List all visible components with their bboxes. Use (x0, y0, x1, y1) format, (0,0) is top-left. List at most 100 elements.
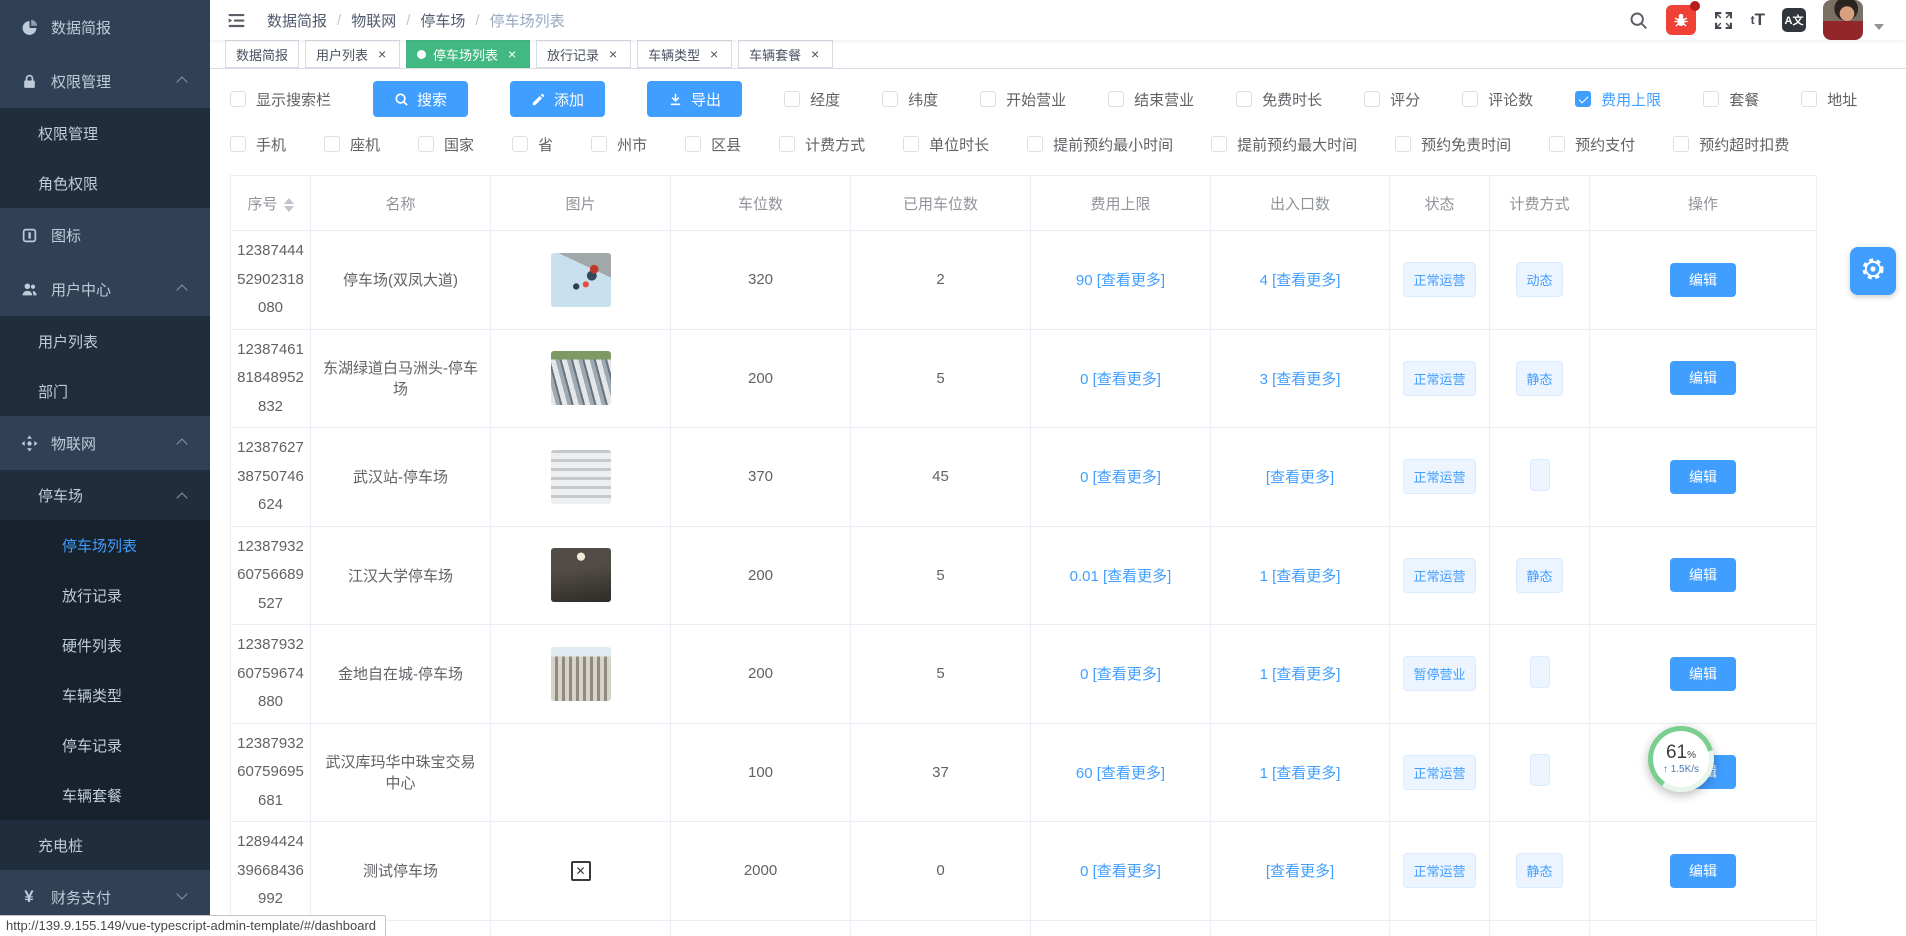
checkbox-icon[interactable] (1462, 91, 1478, 107)
filter-checkbox-提前预约最小时间[interactable]: 提前预约最小时间 (1027, 134, 1173, 155)
filter-checkbox-州市[interactable]: 州市 (591, 134, 647, 155)
checkbox-icon[interactable] (882, 91, 898, 107)
edit-button[interactable]: 编辑 (1670, 854, 1736, 888)
filter-checkbox-计费方式[interactable]: 计费方式 (779, 134, 865, 155)
sidebar-item-数据简报[interactable]: 数据简报 (0, 0, 210, 54)
error-log-button[interactable] (1666, 5, 1696, 35)
cell-gates[interactable]: 4 [查看更多] (1211, 231, 1390, 330)
sidebar-item-停车场列表[interactable]: 停车场列表 (0, 520, 210, 570)
filter-checkbox-区县[interactable]: 区县 (685, 134, 741, 155)
搜索-button[interactable]: 搜索 (373, 81, 468, 117)
column-header-序号[interactable]: 序号 (231, 176, 311, 231)
close-icon[interactable]: × (707, 47, 721, 61)
tab-放行记录[interactable]: 放行记录× (536, 40, 631, 68)
filter-checkbox-预约超时扣费[interactable]: 预约超时扣费 (1673, 134, 1789, 155)
parking-photo-cars[interactable] (551, 351, 611, 405)
checkbox-icon[interactable] (1027, 136, 1043, 152)
filter-checkbox-显示搜索栏[interactable]: 显示搜索栏 (230, 89, 331, 110)
sidebar-item-用户列表[interactable]: 用户列表 (0, 316, 210, 366)
filter-checkbox-提前预约最大时间[interactable]: 提前预约最大时间 (1211, 134, 1357, 155)
checkbox-icon[interactable] (1703, 91, 1719, 107)
cell-fee-limit[interactable]: 0.01 [查看更多] (1031, 526, 1211, 625)
checkbox-icon[interactable] (1364, 91, 1380, 107)
cell-fee-limit[interactable]: 60 [查看更多] (1031, 723, 1211, 822)
text-size-icon[interactable]: tT (1751, 10, 1765, 30)
filter-checkbox-费用上限[interactable]: 费用上限 (1575, 89, 1661, 110)
close-icon[interactable]: × (808, 47, 822, 61)
parking-photo-playground[interactable] (551, 253, 611, 307)
导出-button[interactable]: 导出 (647, 81, 742, 117)
language-icon[interactable]: A文 (1782, 8, 1806, 32)
cell-gates[interactable]: 3 [查看更多] (1211, 329, 1390, 428)
cell-fee-limit[interactable]: 0 [查看更多] (1031, 428, 1211, 527)
cell-fee-limit[interactable]: 90 [查看更多] (1031, 231, 1211, 330)
breadcrumb-item[interactable]: 物联网 (351, 10, 396, 31)
checkbox-icon[interactable] (779, 136, 795, 152)
添加-button[interactable]: 添加 (510, 81, 605, 117)
checkbox-icon[interactable] (512, 136, 528, 152)
filter-checkbox-手机[interactable]: 手机 (230, 134, 286, 155)
checkbox-icon[interactable] (324, 136, 340, 152)
filter-checkbox-经度[interactable]: 经度 (784, 89, 840, 110)
fullscreen-icon[interactable] (1713, 10, 1734, 31)
cell-gates[interactable]: [查看更多] (1211, 428, 1390, 527)
cell-gates[interactable]: 1 [查看更多] (1211, 526, 1390, 625)
network-speed-widget[interactable]: 61% ↑ 1.5K/s (1648, 726, 1714, 792)
filter-checkbox-座机[interactable]: 座机 (324, 134, 380, 155)
filter-checkbox-预约免责时间[interactable]: 预约免责时间 (1395, 134, 1511, 155)
sidebar-item-权限管理[interactable]: 权限管理 (0, 108, 210, 158)
cell-fee-limit[interactable]: 0 [查看更多] (1031, 329, 1211, 428)
filter-checkbox-评分[interactable]: 评分 (1364, 89, 1420, 110)
breadcrumb-item[interactable]: 数据简报 (267, 10, 327, 31)
sort-carets-icon[interactable] (284, 198, 294, 212)
filter-checkbox-单位时长[interactable]: 单位时长 (903, 134, 989, 155)
sidebar-item-放行记录[interactable]: 放行记录 (0, 570, 210, 620)
filter-checkbox-预约支付[interactable]: 预约支付 (1549, 134, 1635, 155)
close-icon[interactable]: × (375, 47, 389, 61)
filter-checkbox-结束营业[interactable]: 结束营业 (1108, 89, 1194, 110)
sidebar-item-停车场[interactable]: 停车场 (0, 470, 210, 520)
parking-photo-aerial[interactable] (551, 450, 611, 504)
edit-button[interactable]: 编辑 (1670, 558, 1736, 592)
checkbox-checked-icon[interactable] (1575, 91, 1591, 107)
sidebar-item-车辆套餐[interactable]: 车辆套餐 (0, 770, 210, 820)
cell-gates[interactable]: 1 [查看更多] (1211, 625, 1390, 724)
cell-fee-limit[interactable]: 0 [查看更多] (1031, 625, 1211, 724)
cell-gates[interactable]: 5 [查看更多] (1211, 920, 1390, 936)
sidebar-item-物联网[interactable]: 物联网 (0, 416, 210, 470)
checkbox-icon[interactable] (230, 91, 246, 107)
sidebar-item-权限管理[interactable]: 权限管理 (0, 54, 210, 108)
tab-停车场列表[interactable]: 停车场列表× (406, 40, 530, 68)
checkbox-icon[interactable] (685, 136, 701, 152)
checkbox-icon[interactable] (230, 136, 246, 152)
checkbox-icon[interactable] (591, 136, 607, 152)
sidebar-item-车辆类型[interactable]: 车辆类型 (0, 670, 210, 720)
close-icon[interactable]: × (505, 47, 519, 61)
sidebar-item-图标[interactable]: 图标 (0, 208, 210, 262)
checkbox-icon[interactable] (1236, 91, 1252, 107)
tab-车辆类型[interactable]: 车辆类型× (637, 40, 732, 68)
tab-用户列表[interactable]: 用户列表× (305, 40, 400, 68)
filter-checkbox-国家[interactable]: 国家 (418, 134, 474, 155)
sidebar-item-用户中心[interactable]: 用户中心 (0, 262, 210, 316)
close-icon[interactable]: × (606, 47, 620, 61)
chevron-down-icon[interactable] (1874, 24, 1884, 30)
user-avatar[interactable] (1823, 0, 1863, 40)
edit-button[interactable]: 编辑 (1670, 657, 1736, 691)
parking-photo-building[interactable] (551, 647, 611, 701)
checkbox-icon[interactable] (1395, 136, 1411, 152)
sidebar-item-部门[interactable]: 部门 (0, 366, 210, 416)
checkbox-icon[interactable] (784, 91, 800, 107)
breadcrumb-item[interactable]: 停车场 (420, 10, 465, 31)
filter-checkbox-开始营业[interactable]: 开始营业 (980, 89, 1066, 110)
filter-checkbox-省[interactable]: 省 (512, 134, 553, 155)
checkbox-icon[interactable] (1673, 136, 1689, 152)
sidebar-item-充电桩[interactable]: 充电桩 (0, 820, 210, 870)
filter-checkbox-免费时长[interactable]: 免费时长 (1236, 89, 1322, 110)
checkbox-icon[interactable] (1108, 91, 1124, 107)
sidebar-item-角色权限[interactable]: 角色权限 (0, 158, 210, 208)
filter-checkbox-评论数[interactable]: 评论数 (1462, 89, 1533, 110)
checkbox-icon[interactable] (1549, 136, 1565, 152)
parking-photo-garage[interactable] (551, 548, 611, 602)
filter-checkbox-纬度[interactable]: 纬度 (882, 89, 938, 110)
